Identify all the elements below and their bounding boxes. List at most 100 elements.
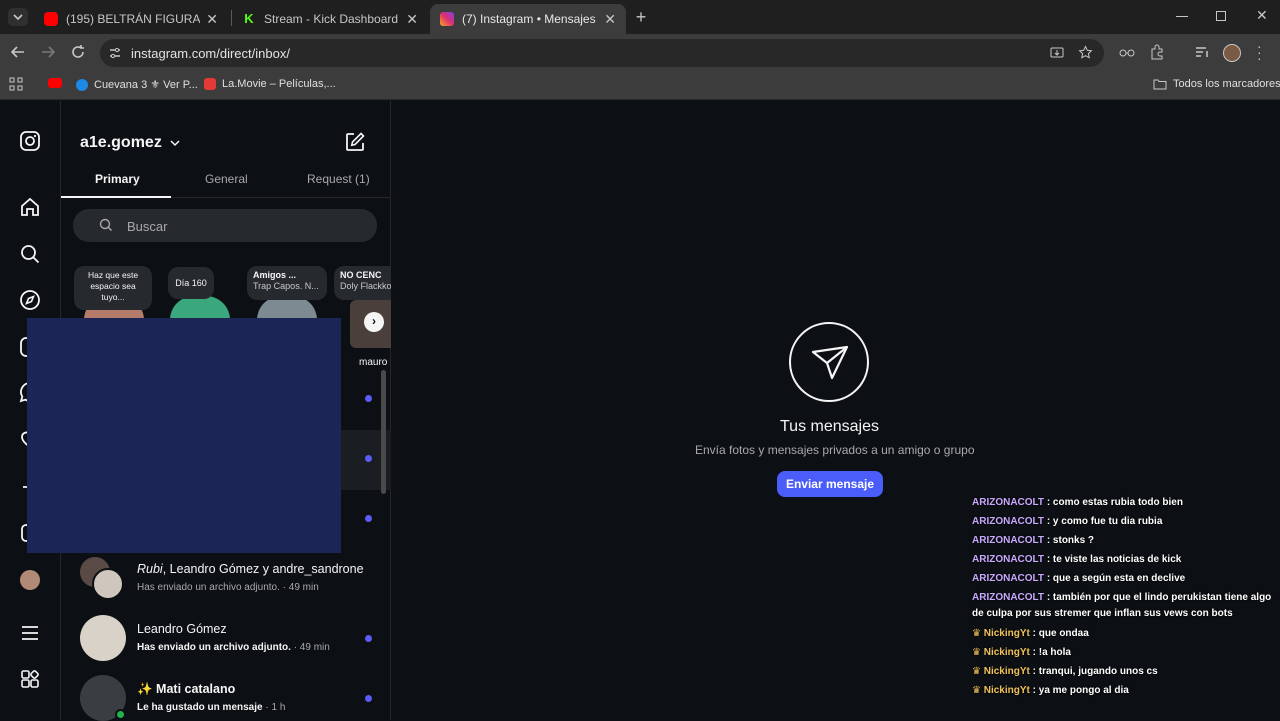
note-title: Amigos ... [253, 270, 297, 280]
bookmark-label: La.Movie – Películas,... [222, 78, 336, 90]
note-dia-160[interactable]: Día 160 [168, 267, 214, 299]
chat-message: ARIZONACOLT : stonks ? [972, 535, 1094, 546]
media-queue-icon[interactable] [1193, 43, 1211, 61]
tab-strip: (195) BELTRÁN FIGURA EN LOS ✕ K Stream -… [0, 0, 1280, 34]
scrollbar-thumb[interactable] [381, 370, 386, 494]
extensions-icon[interactable] [1148, 43, 1166, 61]
crown-badge-icon: ♛ [972, 628, 981, 639]
close-icon[interactable]: ✕ [604, 11, 616, 28]
all-bookmarks-label: Todos los marcadores [1173, 78, 1280, 90]
apps-grid-icon[interactable] [9, 77, 23, 91]
chat-message-continued: de culpa por sus stremer que inflan sus … [972, 608, 1233, 619]
hamburger-menu-icon[interactable] [19, 622, 41, 644]
cuevana-icon [76, 78, 88, 91]
thread-preview: Le ha gustado un mensaje · 1 h [137, 702, 285, 713]
search-icon[interactable] [19, 243, 41, 265]
chat-text: : te viste las noticias de kick [1046, 554, 1182, 565]
tab-instagram[interactable]: (7) Instagram • Mensajes ✕ [430, 4, 626, 34]
thread-preview: Has enviado un archivo adjunto. · 49 min [137, 642, 330, 653]
reload-icon[interactable] [69, 43, 87, 61]
thread-time: · 49 min [282, 582, 319, 593]
tab-search-button[interactable] [8, 8, 28, 26]
instagram-icon [440, 12, 454, 26]
explore-icon[interactable] [19, 289, 41, 311]
crown-badge-icon: ♛ [972, 647, 981, 658]
chat-text: : ya me pongo al dia [1032, 685, 1129, 696]
note-sub: Trap Capos. N... [253, 281, 319, 291]
instagram-logo-icon[interactable] [19, 130, 41, 152]
tab-primary[interactable]: Primary [95, 172, 140, 186]
bookmark-youtube[interactable] [48, 78, 68, 88]
tab-title: (195) BELTRÁN FIGURA EN LOS [66, 12, 200, 26]
empty-state-title: Tus mensajes [780, 418, 879, 435]
chat-text: : que a según esta en declive [1046, 573, 1186, 584]
bookmark-cuevana[interactable]: Cuevana 3 ⚜ Ver P... [76, 78, 198, 91]
unread-dot [365, 515, 372, 522]
unread-dot [365, 455, 372, 462]
account-switcher[interactable]: a1e.gomez [80, 134, 182, 152]
note-amigos[interactable]: Amigos ... Trap Capos. N... [247, 266, 327, 300]
extension-glasses-icon[interactable] [1118, 43, 1136, 61]
tab-kick[interactable]: K Stream - Kick Dashboard ✕ [232, 4, 428, 34]
thread-name-italic: Rubi [137, 562, 163, 576]
chat-text: : y como fue tu dia rubia [1046, 516, 1163, 527]
thread-name: Leandro Gómez [137, 622, 227, 636]
chat-user: ARIZONACOLT [972, 516, 1045, 527]
empty-state-subtitle: Envía fotos y mensajes privados a un ami… [695, 443, 975, 457]
forward-arrow-icon[interactable] [39, 43, 57, 61]
bookmark-star-icon[interactable] [1078, 45, 1093, 60]
minimize-button[interactable] [1176, 16, 1188, 17]
unread-dot [365, 395, 372, 402]
new-message-icon[interactable] [344, 131, 366, 153]
thread-sub: Le ha gustado un mensaje [137, 702, 263, 713]
thread-preview: Has enviado un archivo adjunto. · 49 min [137, 582, 319, 593]
menu-kebab-icon[interactable]: · · · [1257, 39, 1262, 65]
notes-next-button[interactable]: › [364, 312, 384, 332]
send-message-button[interactable]: Enviar mensaje [777, 471, 883, 497]
chat-user: ARIZONACOLT [972, 592, 1045, 603]
chat-message: ARIZONACOLT : también por que el lindo p… [972, 592, 1271, 603]
profile-avatar[interactable] [20, 570, 40, 590]
tab-requests[interactable]: Request (1) [307, 172, 370, 186]
close-icon[interactable]: ✕ [206, 11, 218, 28]
profile-avatar[interactable] [1223, 44, 1241, 62]
search-input[interactable] [73, 209, 377, 242]
contact-avatar [80, 615, 126, 661]
chat-message: ♛ NickingYt : ya me pongo al dia [972, 685, 1129, 696]
chat-message: ♛ NickingYt : !a hola [972, 647, 1071, 658]
more-apps-icon[interactable] [19, 668, 41, 690]
youtube-icon [48, 78, 62, 88]
tab-title: Stream - Kick Dashboard [264, 12, 399, 26]
install-app-icon[interactable] [1050, 46, 1064, 60]
home-icon[interactable] [19, 196, 41, 218]
crown-badge-icon: ♛ [972, 685, 981, 696]
youtube-icon [44, 12, 58, 26]
note-text: Haz que este espacio sea tuyo... [87, 270, 139, 302]
close-window-button[interactable]: ✕ [1256, 7, 1268, 24]
chat-user: ARIZONACOLT [972, 497, 1045, 508]
back-arrow-icon[interactable] [9, 43, 27, 61]
tab-youtube[interactable]: (195) BELTRÁN FIGURA EN LOS ✕ [34, 4, 228, 34]
chat-message: ARIZONACOLT : como estas rubia todo bien [972, 497, 1183, 508]
paper-plane-icon [811, 345, 849, 380]
all-bookmarks[interactable]: Todos los marcadores [1153, 78, 1280, 90]
new-tab-button[interactable]: + [632, 8, 650, 26]
chat-message: ARIZONACOLT : y como fue tu dia rubia [972, 516, 1162, 527]
thread-sub: Has enviado un archivo adjunto. [137, 642, 291, 653]
search-placeholder: Buscar [127, 219, 168, 234]
folder-icon [1153, 79, 1167, 90]
chat-user: ARIZONACOLT [972, 535, 1045, 546]
chat-user: NickingYt [983, 647, 1030, 658]
restore-button[interactable] [1216, 11, 1226, 21]
url-text: instagram.com/direct/inbox/ [131, 46, 290, 61]
note-no-cenc[interactable]: NO CENC Doly Flackko [334, 266, 391, 300]
chat-text: : stonks ? [1046, 535, 1095, 546]
active-tab-indicator [61, 196, 171, 198]
tab-general[interactable]: General [205, 172, 248, 186]
site-settings-icon[interactable] [108, 46, 122, 60]
bookmark-lamovie[interactable]: La.Movie – Películas,... [204, 78, 336, 90]
thread-sub: Has enviado un archivo adjunto. [137, 582, 280, 593]
unread-dot [365, 695, 372, 702]
close-icon[interactable]: ✕ [406, 11, 418, 28]
note-own[interactable]: Haz que este espacio sea tuyo... [74, 266, 152, 310]
